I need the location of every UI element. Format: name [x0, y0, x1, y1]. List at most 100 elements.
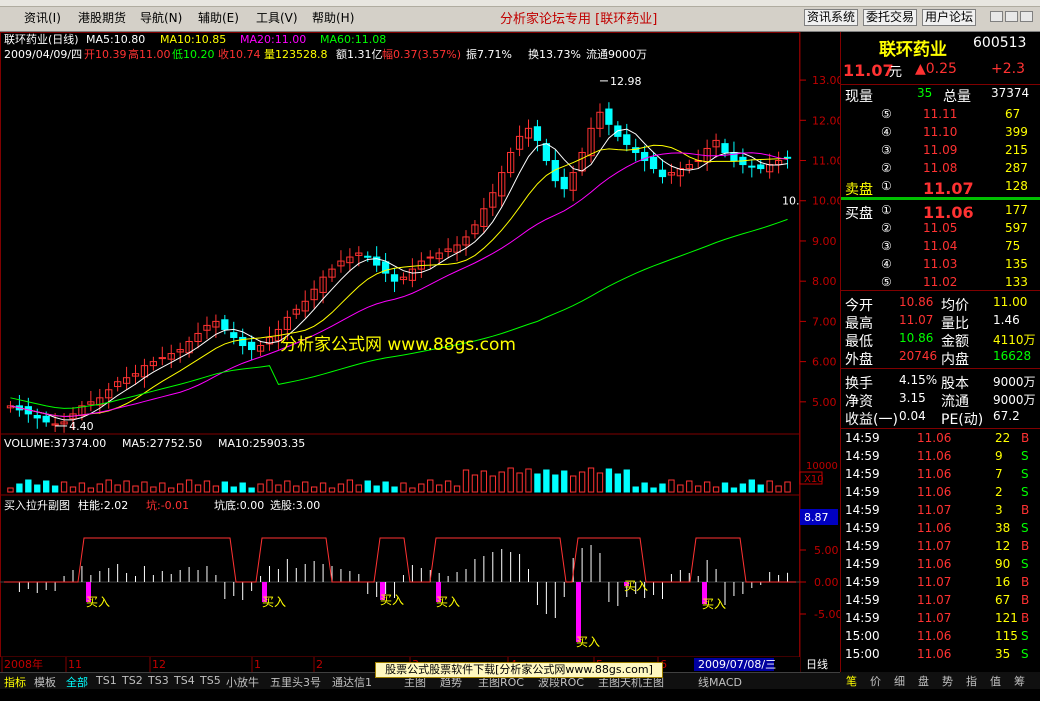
- volume-bar: [168, 487, 175, 493]
- quote-tab[interactable]: 值: [990, 673, 1001, 689]
- stock-code: 600513: [973, 35, 1027, 51]
- menu-item-assist[interactable]: 辅助(E): [198, 9, 239, 26]
- tick-vol: 90: [995, 557, 1011, 571]
- indicator-tab[interactable]: TS3: [148, 674, 169, 687]
- menu-item-nav[interactable]: 导航(N): [140, 9, 182, 26]
- volume-bar: [703, 481, 711, 493]
- volume-bar: [409, 487, 416, 493]
- menu-item-help[interactable]: 帮助(H): [312, 9, 354, 26]
- minimize-icon[interactable]: [990, 11, 1003, 22]
- ask-level: ④: [881, 125, 892, 139]
- tick-time: 14:59: [845, 467, 880, 481]
- total-vol-label: 总量: [943, 89, 971, 105]
- price-unit: 元: [889, 65, 903, 80]
- volume-bar: [739, 483, 747, 493]
- header-ma20: MA20:11.00: [240, 33, 306, 46]
- volume-bar: [427, 479, 434, 493]
- price-tick-label: 11.00: [812, 155, 840, 168]
- quote-tab[interactable]: 笔: [846, 673, 857, 689]
- candle-body: [221, 319, 229, 330]
- trade-button[interactable]: 委托交易: [863, 9, 918, 26]
- volume-bar: [766, 480, 773, 493]
- volume-bar: [436, 484, 443, 493]
- tick-row: 14:59 11.06 7 S: [841, 466, 1037, 484]
- tick-price: 11.07: [917, 503, 952, 517]
- fundamentals-separator: [841, 368, 1040, 369]
- stat-value: 10.86: [899, 295, 934, 309]
- menu-item-info[interactable]: 资讯(I): [24, 9, 61, 26]
- indicator-tab[interactable]: 全部: [66, 674, 88, 690]
- candle-body: [757, 164, 765, 170]
- indicator-tab[interactable]: 通达信1: [332, 674, 372, 690]
- bid-row: 买盘 ① 11.06 177: [841, 202, 1037, 222]
- download-banner[interactable]: 股票公式股票软件下载[分析家公式网www.88gs.com]: [375, 662, 663, 678]
- buy-label: 买入: [702, 597, 726, 611]
- kline-chart[interactable]: 联环药业(日线) MA5:10.80 MA10:10.85 MA20:11.00 MA6…: [0, 32, 840, 672]
- volume-bar: [677, 484, 684, 493]
- volume-bar: [659, 483, 666, 493]
- indicator-tab[interactable]: TS5: [200, 674, 221, 687]
- tick-time: 14:59: [845, 431, 880, 445]
- candle-body: [239, 336, 247, 347]
- bid-vol: 135: [1005, 257, 1028, 271]
- fundamentals-row: 净资 3.15 流通 9000万: [841, 390, 1037, 410]
- volume-bar: [355, 484, 362, 493]
- indicator-tab[interactable]: TS2: [122, 674, 143, 687]
- tick-price: 11.06: [917, 647, 952, 661]
- chart-area[interactable]: 联环药业(日线) MA5:10.80 MA10:10.85 MA20:11.00 MA6…: [0, 32, 840, 672]
- header-ma60: MA60:11.08: [320, 33, 386, 46]
- close-icon[interactable]: [1020, 11, 1033, 22]
- price-tick-label: 5.00: [812, 396, 837, 409]
- quote-tab[interactable]: 势: [942, 673, 953, 689]
- tick-vol: 38: [995, 521, 1011, 535]
- bid-row: ④ 11.03 135: [841, 256, 1037, 274]
- volume-bar: [569, 475, 577, 493]
- forum-button[interactable]: 用户论坛: [922, 9, 977, 26]
- volume-bar: [632, 486, 639, 493]
- buy-label: 买入: [436, 595, 460, 609]
- tick-vol: 22: [995, 431, 1011, 445]
- tick-vol: 2: [995, 485, 1003, 499]
- stat-label: 外盘: [845, 352, 873, 368]
- indicator-tab[interactable]: 小放牛: [226, 674, 259, 690]
- ask-level: ⑤: [881, 107, 892, 121]
- fund-value: 3.15: [899, 391, 926, 405]
- quote-tab[interactable]: 细: [894, 673, 905, 689]
- quote-title-row: 联环药业 600513: [841, 34, 1037, 60]
- indicator-tab[interactable]: 模板: [34, 674, 56, 690]
- ask-level: ①: [881, 179, 892, 193]
- tick-vol: 9: [995, 449, 1003, 463]
- indicator-tab[interactable]: 五里头3号: [270, 674, 321, 690]
- tick-price: 11.06: [917, 431, 952, 445]
- indicator-tick-label: 0.00: [814, 576, 839, 589]
- volume-bar: [212, 485, 220, 493]
- quote-tab[interactable]: 价: [870, 673, 881, 689]
- indicator-tab[interactable]: 指标: [4, 674, 26, 690]
- quote-tab[interactable]: 指: [966, 673, 977, 689]
- header-stock-name: 联环药业(日线): [4, 32, 79, 46]
- info-system-button[interactable]: 资讯系统: [804, 9, 859, 26]
- volume-bar: [480, 470, 488, 493]
- quote-tab[interactable]: 盘: [918, 673, 929, 689]
- menu-item-tools[interactable]: 工具(V): [256, 9, 298, 26]
- time-tick-label: 12: [152, 658, 166, 671]
- tick-row: 14:59 11.07 3 B: [841, 502, 1037, 520]
- indicator-tab[interactable]: TS1: [96, 674, 117, 687]
- volume-bar: [132, 485, 139, 493]
- right-tabs: 笔价细盘势指值筹: [840, 672, 1040, 689]
- volume-bar: [775, 485, 782, 493]
- tick-row: 14:59 11.06 2 S: [841, 484, 1037, 502]
- quote-tab[interactable]: 筹: [1014, 673, 1025, 689]
- volume-bar: [16, 483, 23, 493]
- tick-vol: 16: [995, 575, 1011, 589]
- tick-vol: 7: [995, 467, 1003, 481]
- tick-price: 11.07: [917, 593, 952, 607]
- indicator-tab[interactable]: 线MACD: [698, 674, 742, 690]
- indicator-tab[interactable]: TS4: [174, 674, 195, 687]
- ask-price: 11.09: [923, 143, 958, 157]
- candle-body: [721, 143, 729, 153]
- restore-icon[interactable]: [1005, 11, 1018, 22]
- price-tick-label: 9.00: [812, 235, 837, 248]
- sell-label: 卖盘: [845, 182, 873, 198]
- menu-item-hk-futures[interactable]: 港股期货: [78, 9, 126, 26]
